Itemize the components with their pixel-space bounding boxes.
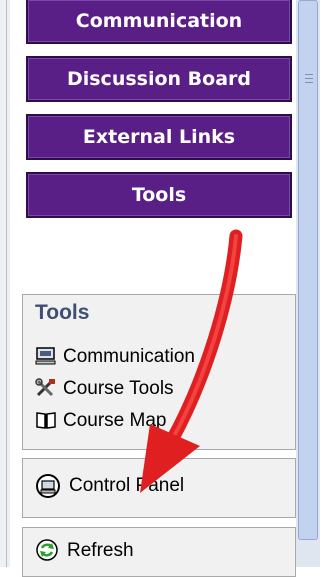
scrollbar-thumb[interactable] <box>298 0 318 540</box>
tool-item-label: Course Tools <box>63 378 174 399</box>
tools-icon <box>35 378 59 400</box>
control-panel-icon <box>35 473 63 499</box>
nav-button-discussion-board[interactable]: Discussion Board <box>26 56 292 102</box>
tools-panel: Tools Communication Course Tools Course … <box>22 294 296 450</box>
tool-item-label: Communication <box>63 346 195 367</box>
tool-item-course-map[interactable]: Course Map <box>35 405 195 437</box>
refresh-label: Refresh <box>67 540 134 561</box>
refresh-icon <box>35 538 61 564</box>
tools-panel-title: Tools <box>35 301 90 324</box>
monitor-icon <box>35 346 59 368</box>
tool-item-label: Course Map <box>63 410 167 431</box>
control-panel-label: Control Panel <box>69 475 185 496</box>
nav-button-tools[interactable]: Tools <box>26 172 292 218</box>
vertical-scrollbar[interactable] <box>296 0 320 567</box>
tool-item-course-tools[interactable]: Course Tools <box>35 373 195 405</box>
control-panel-box: Control Panel <box>22 458 296 518</box>
nav-button-external-links[interactable]: External Links <box>26 114 292 160</box>
tools-list: Communication Course Tools Course Map <box>35 341 195 437</box>
refresh-link[interactable]: Refresh <box>35 538 134 564</box>
tool-item-communication[interactable]: Communication <box>35 341 195 373</box>
scrollbar-grip-icon <box>305 74 313 86</box>
nav-button-communication[interactable]: Communication <box>26 0 292 44</box>
refresh-box: Refresh <box>22 527 296 577</box>
book-icon <box>35 410 59 432</box>
window-right-edge <box>320 0 336 567</box>
control-panel-link[interactable]: Control Panel <box>35 473 184 499</box>
